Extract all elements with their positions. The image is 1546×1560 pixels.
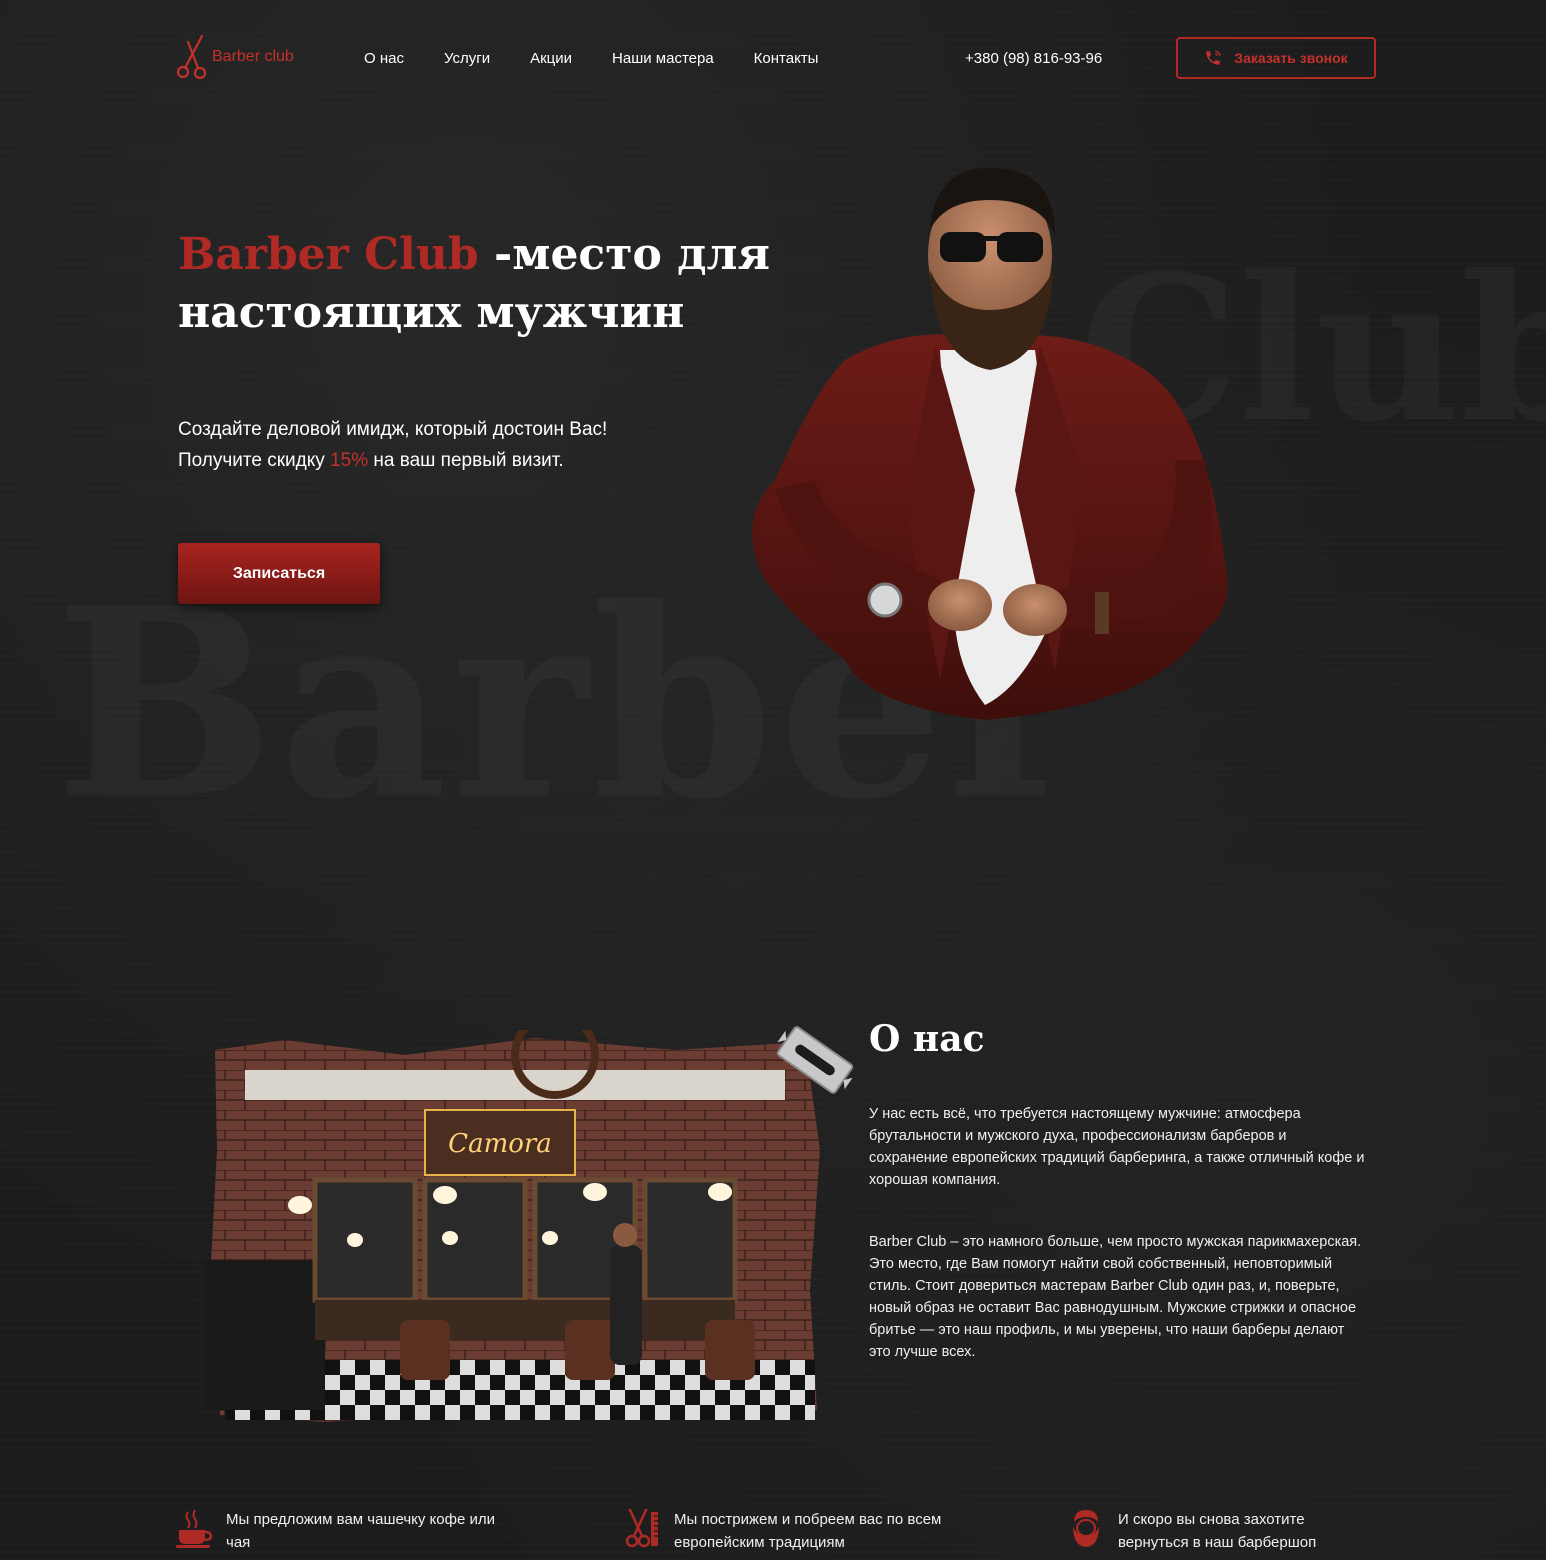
logo[interactable]: Barber club xyxy=(176,34,294,80)
nav-masters[interactable]: Наши мастера xyxy=(612,50,714,67)
hero-subtitle: Создайте деловой имидж, который достоин … xyxy=(178,414,607,476)
neon-sign-text: Camora xyxy=(448,1129,552,1159)
hero-barber-photo xyxy=(752,167,1228,720)
scissors-logo-icon xyxy=(176,34,207,80)
about-paragraph-2: Barber Club – это намного больше, чем пр… xyxy=(869,1234,1362,1360)
nav-services[interactable]: Услуги xyxy=(444,50,490,67)
hero-title-accent: Barber Club xyxy=(178,229,479,280)
barbershop-interior-photo: Camora xyxy=(205,1030,820,1422)
razor-blade-icon xyxy=(776,1026,854,1094)
phone-icon xyxy=(1206,50,1221,65)
site-header: Barber club О нас Услуги Акции Наши маст… xyxy=(0,0,1546,120)
hero-title-part2: настоящих мужчин xyxy=(178,287,685,338)
bearded-man-icon xyxy=(1073,1510,1099,1547)
logo-text: Barber club xyxy=(212,48,294,65)
hero-title-part1: -место для xyxy=(478,229,771,280)
feature-coffee: Мы предложим вам чашечку кофе или чая xyxy=(176,1508,506,1554)
hero-title: Barber Club -место для настоящих мужчин xyxy=(178,226,818,342)
phone-number[interactable]: +380 (98) 816-93-96 xyxy=(965,50,1102,67)
feature-return: И скоро вы снова захотите вернуться в на… xyxy=(1068,1508,1368,1554)
nav-contacts[interactable]: Контакты xyxy=(754,50,819,67)
main-nav: О нас Услуги Акции Наши мастера Контакты xyxy=(364,50,818,67)
feature-coffee-text: Мы предложим вам чашечку кофе или чая xyxy=(226,1511,495,1551)
hero-sub-line1: Создайте деловой имидж, который достоин … xyxy=(178,419,608,440)
nav-promotions[interactable]: Акции xyxy=(530,50,572,67)
nav-about[interactable]: О нас xyxy=(364,50,404,67)
hero-sub-after: на ваш первый визит. xyxy=(368,450,564,471)
feature-haircut-text: Мы пострижем и побреем вас по всем европ… xyxy=(674,1511,942,1551)
feature-return-text: И скоро вы снова захотите вернуться в на… xyxy=(1118,1511,1317,1551)
signup-button[interactable]: Записаться xyxy=(178,543,380,604)
about-paragraph-1: У нас есть всё, что требуется настоящему… xyxy=(869,1106,1365,1188)
about-title: О нас xyxy=(869,1018,985,1060)
hero-sub-line2: Получите скидку 15% на ваш первый визит. xyxy=(178,445,607,476)
feature-haircut: Мы пострижем и побреем вас по всем европ… xyxy=(624,1508,944,1554)
discount-value: 15% xyxy=(330,450,369,471)
coffee-cup-icon xyxy=(176,1509,212,1548)
order-call-label: Заказать звонок xyxy=(1234,50,1348,66)
hero-sub-before: Получите скидку xyxy=(178,450,331,471)
order-call-button[interactable]: Заказать звонок xyxy=(1176,37,1376,79)
scissors-comb-icon xyxy=(625,1508,658,1548)
